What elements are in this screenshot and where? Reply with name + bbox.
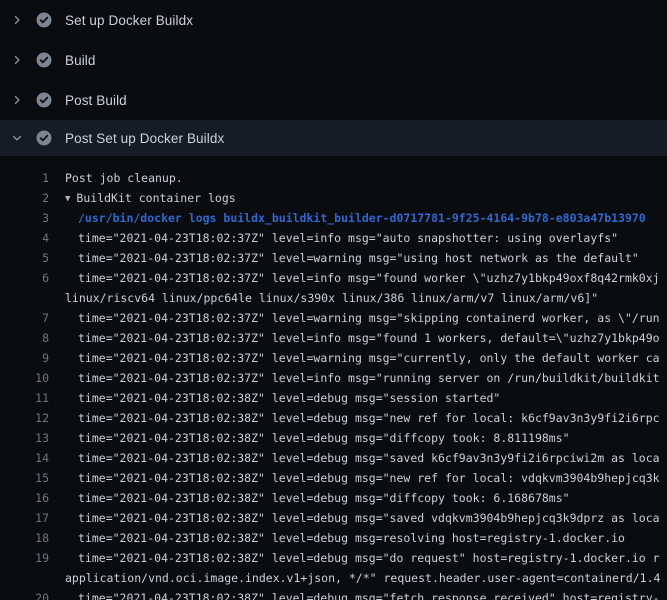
log-line: 4 time="2021-04-23T18:02:37Z" level=info … [0,228,667,248]
step-label: Post Set up Docker Buildx [65,131,224,146]
steps-list: Set up Docker Buildx Build Post Build Post … [0,0,667,156]
step-row-build[interactable]: Build [0,40,667,80]
step-label: Post Build [65,93,127,108]
step-row-set-up-docker-buildx[interactable]: Set up Docker Buildx [0,0,667,40]
log-line: 13 time="2021-04-23T18:02:38Z" level=debu… [0,428,667,448]
step-row-post-build[interactable]: Post Build [0,80,667,120]
log-line-number[interactable]: 8 [0,328,49,348]
log-line-text: time="2021-04-23T18:02:38Z" level=debug … [65,388,667,408]
log-line-number[interactable]: 7 [0,308,49,328]
log-line: 20 time="2021-04-23T18:02:38Z" level=debu… [0,588,667,600]
log-line-number[interactable]: 1 [0,168,49,188]
log-line-number[interactable]: 17 [0,508,49,528]
check-circle-icon [36,52,52,68]
log-line-text: time="2021-04-23T18:02:38Z" level=debug … [65,428,667,448]
log-line: 19 time="2021-04-23T18:02:38Z" level=debu… [0,548,667,568]
check-circle-icon [36,12,52,28]
log-line-text: time="2021-04-23T18:02:38Z" level=debug … [65,488,667,508]
log-line: 3/usr/bin/docker logs buildx_buildkit_bu… [0,208,667,228]
log-line-text: Post job cleanup. [65,168,667,188]
log-command-text: /usr/bin/docker logs buildx_buildkit_bui… [65,208,667,228]
log-line-number[interactable]: 10 [0,368,49,388]
log-line-number[interactable]: 20 [0,588,49,600]
step-row-post-set-up-docker-buildx[interactable]: Post Set up Docker Buildx [0,120,667,156]
log-line-number[interactable]: 11 [0,388,49,408]
check-circle-icon [36,130,52,146]
log-line-text: time="2021-04-23T18:02:38Z" level=debug … [65,508,667,528]
log-line: 2 ▼ BuildKit container logs [0,188,667,208]
step-label: Build [65,53,96,68]
log-line-text: time="2021-04-23T18:02:37Z" level=info m… [65,328,667,348]
log-line: 16 time="2021-04-23T18:02:38Z" level=debu… [0,488,667,508]
log-line-text: application/vnd.oci.image.index.v1+json,… [65,568,667,588]
log-line: 7 time="2021-04-23T18:02:37Z" level=warni… [0,308,667,328]
step-label: Set up Docker Buildx [65,13,193,28]
group-collapse-icon[interactable]: ▼ [65,189,70,208]
workflow-log-panel: Set up Docker Buildx Build Post Build Post … [0,0,667,600]
log-line: 8 time="2021-04-23T18:02:37Z" level=info … [0,328,667,348]
log-line-continuation: linux/riscv64 linux/ppc64le linux/s390x … [0,288,667,308]
log-line-number[interactable]: 16 [0,488,49,508]
log-line-number[interactable]: 3 [0,208,49,228]
log-line-text: time="2021-04-23T18:02:38Z" level=debug … [65,408,667,428]
log-line: 6 time="2021-04-23T18:02:37Z" level=info … [0,268,667,288]
chevron-down-icon [11,130,23,146]
log-line-text: time="2021-04-23T18:02:37Z" level=info m… [65,228,667,248]
log-line: 17 time="2021-04-23T18:02:38Z" level=debu… [0,508,667,528]
log-line-text: time="2021-04-23T18:02:37Z" level=info m… [65,368,667,388]
log-line-text: time="2021-04-23T18:02:38Z" level=debug … [65,468,667,488]
chevron-right-icon [11,52,23,68]
log-line-continuation: application/vnd.oci.image.index.v1+json,… [0,568,667,588]
log-viewer: 1 Post job cleanup. 2 ▼ BuildKit container l… [0,156,667,600]
log-line-number[interactable]: 14 [0,448,49,468]
log-group-toggle[interactable]: ▼ BuildKit container logs [65,188,667,208]
log-line-text: time="2021-04-23T18:02:38Z" level=debug … [65,548,667,568]
log-line-text: time="2021-04-23T18:02:38Z" level=debug … [65,448,667,468]
log-line-number[interactable]: 9 [0,348,49,368]
log-line: 14 time="2021-04-23T18:02:38Z" level=debu… [0,448,667,468]
log-line-number [0,288,49,308]
log-line-number [0,568,49,588]
log-line: 5 time="2021-04-23T18:02:37Z" level=warni… [0,248,667,268]
log-line: 10 time="2021-04-23T18:02:37Z" level=info… [0,368,667,388]
log-line: 15 time="2021-04-23T18:02:38Z" level=debu… [0,468,667,488]
log-line-number[interactable]: 15 [0,468,49,488]
log-line-number[interactable]: 12 [0,408,49,428]
log-line-text: time="2021-04-23T18:02:37Z" level=warnin… [65,248,667,268]
log-line: 11 time="2021-04-23T18:02:38Z" level=debu… [0,388,667,408]
log-group-title: BuildKit container logs [76,191,235,205]
log-line-number[interactable]: 18 [0,528,49,548]
log-line-number[interactable]: 4 [0,228,49,248]
log-line-text: time="2021-04-23T18:02:38Z" level=debug … [65,528,667,548]
log-line-text: time="2021-04-23T18:02:37Z" level=warnin… [65,348,667,368]
chevron-right-icon [11,92,23,108]
log-line-text: time="2021-04-23T18:02:38Z" level=debug … [65,588,667,600]
log-line-text: time="2021-04-23T18:02:37Z" level=warnin… [65,308,667,328]
log-line-text: linux/riscv64 linux/ppc64le linux/s390x … [65,288,667,308]
log-line-number[interactable]: 13 [0,428,49,448]
log-line-number[interactable]: 2 [0,188,49,208]
chevron-right-icon [11,12,23,28]
log-line: 12 time="2021-04-23T18:02:38Z" level=debu… [0,408,667,428]
log-line: 1 Post job cleanup. [0,168,667,188]
log-line-number[interactable]: 6 [0,268,49,288]
log-line-number[interactable]: 5 [0,248,49,268]
log-line-number[interactable]: 19 [0,548,49,568]
log-line: 18 time="2021-04-23T18:02:38Z" level=debu… [0,528,667,548]
check-circle-icon [36,92,52,108]
log-line-text: time="2021-04-23T18:02:37Z" level=info m… [65,268,667,288]
log-line: 9 time="2021-04-23T18:02:37Z" level=warni… [0,348,667,368]
